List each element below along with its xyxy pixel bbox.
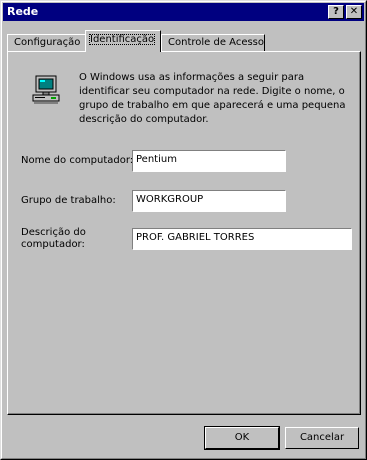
description-label-line1: Descrição do — [21, 227, 86, 238]
workgroup-label: Grupo de trabalho: — [21, 195, 116, 206]
description-input[interactable]: PROF. GABRIEL TORRES — [132, 228, 352, 250]
tab-identificacao[interactable]: Identificação — [85, 30, 161, 52]
window-title: Rede — [7, 5, 39, 18]
tab-controle-de-acesso[interactable]: Controle de Acesso — [161, 34, 265, 51]
workgroup-input[interactable]: WORKGROUP — [132, 190, 286, 212]
close-button[interactable]: ✕ — [346, 5, 362, 19]
help-button[interactable]: ? — [328, 5, 344, 19]
ok-label: OK — [234, 432, 250, 443]
computer-icon — [32, 75, 60, 104]
cancel-label: Cancelar — [299, 432, 345, 443]
tab-label: Identificação — [89, 34, 156, 45]
title-bar[interactable]: Rede ? ✕ — [3, 3, 364, 21]
tab-strip: Configuração Identificação Controle de A… — [7, 30, 361, 52]
computer-name-input[interactable]: Pentium — [132, 150, 286, 172]
computer-name-label: Nome do computador: — [21, 155, 134, 166]
computer-name-value: Pentium — [136, 154, 177, 165]
ok-button[interactable]: OK — [204, 426, 280, 450]
description-label-line2: computador: — [21, 239, 85, 250]
close-icon: ✕ — [349, 6, 359, 17]
cancel-button[interactable]: Cancelar — [285, 427, 359, 449]
workgroup-value: WORKGROUP — [136, 194, 204, 205]
tab-configuracao[interactable]: Configuração — [7, 34, 86, 51]
network-dialog: Rede ? ✕ Configuração Identificação Cont… — [0, 0, 367, 460]
help-icon: ? — [333, 6, 339, 17]
description-value: PROF. GABRIEL TORRES — [136, 232, 255, 243]
tab-label: Configuração — [14, 37, 81, 48]
info-text: O Windows usa as informações a seguir pa… — [79, 72, 346, 125]
tab-label: Controle de Acesso — [168, 37, 265, 48]
